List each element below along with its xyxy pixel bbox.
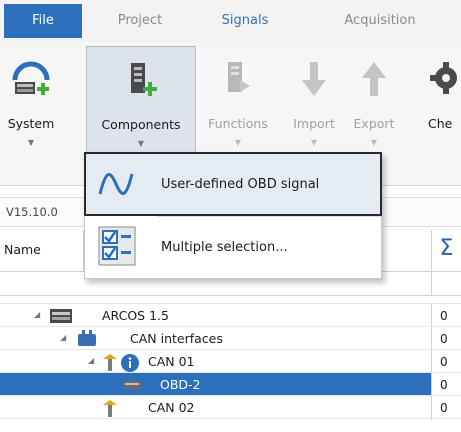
column-header-name[interactable]: Name (0, 230, 84, 272)
tree-row[interactable]: CAN 02 0 (0, 395, 461, 420)
filter-cell[interactable] (431, 272, 461, 296)
tab-project[interactable]: Project (100, 0, 180, 42)
components-label: Components (101, 117, 181, 132)
tree-row-label: ARCOS 1.5 (102, 308, 169, 323)
menu-separator (157, 216, 381, 217)
device-icon (50, 309, 72, 323)
tree-row-label: CAN interfaces (130, 331, 223, 346)
tree-row[interactable]: ◢ CAN 01 0 (0, 349, 461, 374)
tree-row[interactable]: ◢ CAN interfaces 0 (0, 326, 461, 351)
tree-row-selected[interactable]: OBD-2 0 (0, 372, 461, 397)
expand-toggle-icon[interactable]: ◢ (34, 310, 40, 319)
menu-item-label: User-defined OBD signal (161, 177, 320, 192)
menu-item-multiple-selection[interactable]: Multiple selection... (85, 219, 381, 279)
components-dropdown-menu: User-defined OBD signal Multiple selecti… (84, 152, 382, 279)
tab-signals[interactable]: Signals (205, 0, 285, 42)
version-text: V15.10.0 (6, 205, 58, 219)
export-label: Export (353, 116, 395, 131)
can-port-icon (103, 400, 117, 417)
multi-select-checklist-icon (98, 226, 136, 266)
chevron-down-icon: ▼ (137, 139, 145, 148)
expand-toggle-icon[interactable]: ◢ (88, 356, 94, 365)
chevron-down-icon: ▼ (234, 138, 242, 147)
components-icon (131, 63, 157, 96)
gear-icon (430, 62, 457, 94)
check-label: Che (428, 116, 453, 131)
system-icon (12, 61, 50, 95)
functions-label: Functions (208, 116, 268, 131)
system-label: System (7, 116, 55, 131)
tree-row-value: 0 (431, 373, 461, 397)
system-button[interactable]: System ▼ (0, 46, 62, 178)
menu-item-user-defined-obd-signal[interactable]: User-defined OBD signal (84, 152, 382, 216)
menu-bar: File Project Signals Acquisition (0, 0, 461, 42)
import-label: Import (293, 116, 335, 131)
tree-row-value: 0 (431, 350, 461, 374)
can-port-info-icon (103, 354, 139, 372)
tree-row[interactable]: ◢ ARCOS 1.5 0 (0, 303, 461, 328)
tree-row-label: CAN 02 (148, 400, 195, 415)
tree-row-value: 0 (431, 396, 461, 420)
tree-row-value: 0 (431, 304, 461, 328)
obd-icon (123, 381, 141, 389)
import-arrow-icon (302, 62, 326, 96)
tree-row-value: 0 (431, 327, 461, 351)
check-button[interactable]: Che (420, 46, 461, 178)
signal-tree: ◢ ARCOS 1.5 0 ◢ CAN interfaces 0 ◢ CAN 0… (0, 303, 461, 420)
can-icon (78, 330, 96, 346)
tree-row-label: OBD-2 (160, 377, 201, 392)
signal-wave-icon (98, 173, 134, 195)
menu-item-label: Multiple selection... (161, 240, 288, 255)
tab-file[interactable]: File (4, 4, 82, 38)
chevron-down-icon: ▼ (310, 138, 318, 147)
expand-toggle-icon[interactable]: ◢ (60, 333, 66, 342)
tab-acquisition[interactable]: Acquisition (330, 0, 430, 42)
column-header-sum[interactable]: Σ (431, 230, 461, 272)
functions-icon (228, 62, 250, 92)
export-arrow-icon (362, 62, 386, 96)
chevron-down-icon: ▼ (27, 138, 35, 147)
chevron-down-icon: ▼ (370, 138, 378, 147)
tree-row-label: CAN 01 (148, 354, 195, 369)
